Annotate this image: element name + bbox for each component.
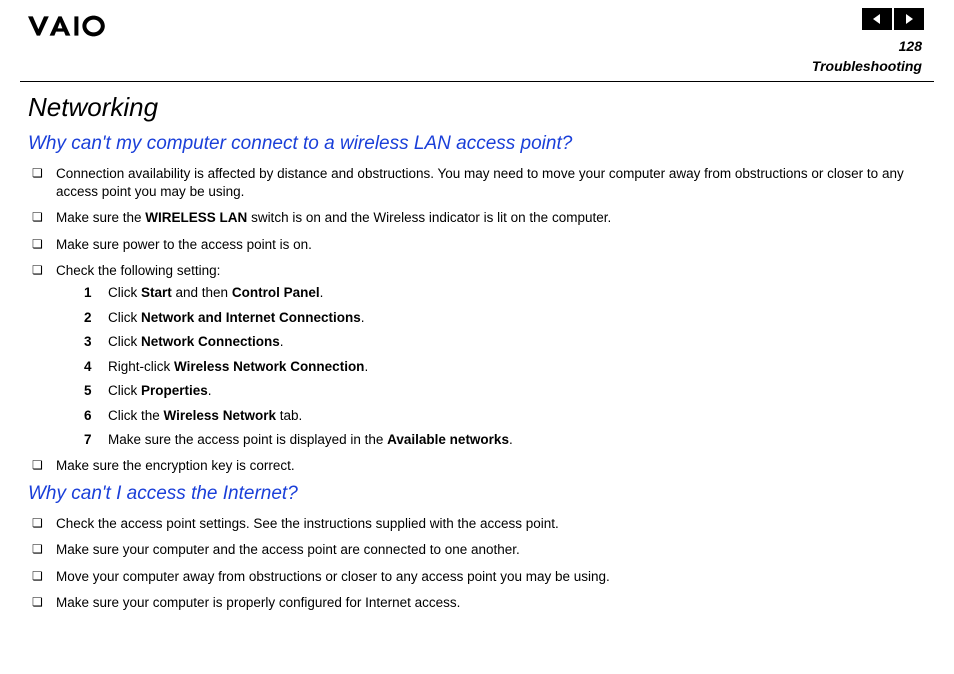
text: Check the following setting:: [56, 263, 220, 278]
list-item: Move your computer away from obstruction…: [28, 568, 926, 586]
list-item: Connection availability is affected by d…: [28, 165, 926, 201]
list-item: Make sure your computer is properly conf…: [28, 594, 926, 612]
bold-text: Network and Internet Connections: [141, 310, 361, 325]
step-item: 5 Click Properties.: [84, 382, 926, 400]
text: .: [361, 310, 365, 325]
step-number: 4: [84, 358, 92, 376]
text: Right-click: [108, 359, 174, 374]
text: Make sure the: [56, 210, 145, 225]
text: .: [509, 432, 513, 447]
bold-text: Wireless Network: [164, 408, 276, 423]
step-number: 5: [84, 382, 92, 400]
question-heading-2: Why can't I access the Internet?: [28, 483, 926, 505]
section-name: Troubleshooting: [812, 58, 922, 74]
bullet-list-q1: Connection availability is affected by d…: [28, 165, 926, 475]
question-heading-1: Why can't my computer connect to a wirel…: [28, 133, 926, 155]
step-item: 6 Click the Wireless Network tab.: [84, 407, 926, 425]
text: switch is on and the Wireless indicator …: [247, 210, 611, 225]
vaio-logo: [28, 14, 124, 38]
text: .: [320, 285, 324, 300]
text: Make sure the access point is displayed …: [108, 432, 387, 447]
bold-text: Available networks: [387, 432, 509, 447]
page-content: Networking Why can't my computer connect…: [0, 82, 954, 612]
page-title: Networking: [28, 92, 926, 123]
bold-text: Properties: [141, 383, 208, 398]
step-item: 4 Right-click Wireless Network Connection…: [84, 358, 926, 376]
nav-buttons: [862, 8, 924, 30]
step-number: 2: [84, 309, 92, 327]
list-item: Make sure the WIRELESS LAN switch is on …: [28, 209, 926, 227]
step-number: 7: [84, 431, 92, 449]
text: Click: [108, 285, 141, 300]
step-number: 6: [84, 407, 92, 425]
bold-text: Network Connections: [141, 334, 280, 349]
step-item: 3 Click Network Connections.: [84, 333, 926, 351]
step-number: 1: [84, 284, 92, 302]
step-number: 3: [84, 333, 92, 351]
list-item: Make sure your computer and the access p…: [28, 541, 926, 559]
text: .: [364, 359, 368, 374]
step-item: 2 Click Network and Internet Connections.: [84, 309, 926, 327]
text: .: [280, 334, 284, 349]
text: and then: [172, 285, 232, 300]
nav-prev-button[interactable]: [862, 8, 892, 30]
bold-text: Start: [141, 285, 172, 300]
numbered-steps: 1 Click Start and then Control Panel. 2 Cl…: [84, 284, 926, 449]
page-number: 128: [899, 38, 922, 54]
list-item: Make sure the encryption key is correct.: [28, 457, 926, 475]
step-item: 7 Make sure the access point is displayed…: [84, 431, 926, 449]
page-header: 128 Troubleshooting: [20, 0, 934, 82]
bullet-list-q2: Check the access point settings. See the…: [28, 515, 926, 612]
list-item: Check the access point settings. See the…: [28, 515, 926, 533]
step-item: 1 Click Start and then Control Panel.: [84, 284, 926, 302]
text: Click: [108, 334, 141, 349]
text: Click the: [108, 408, 164, 423]
bold-text: Wireless Network Connection: [174, 359, 364, 374]
list-item: Check the following setting: 1 Click Star…: [28, 262, 926, 449]
nav-next-button[interactable]: [894, 8, 924, 30]
text: .: [208, 383, 212, 398]
text: tab.: [276, 408, 302, 423]
text: Click: [108, 383, 141, 398]
list-item: Make sure power to the access point is o…: [28, 236, 926, 254]
bold-text: WIRELESS LAN: [145, 210, 247, 225]
text: Click: [108, 310, 141, 325]
bold-text: Control Panel: [232, 285, 320, 300]
